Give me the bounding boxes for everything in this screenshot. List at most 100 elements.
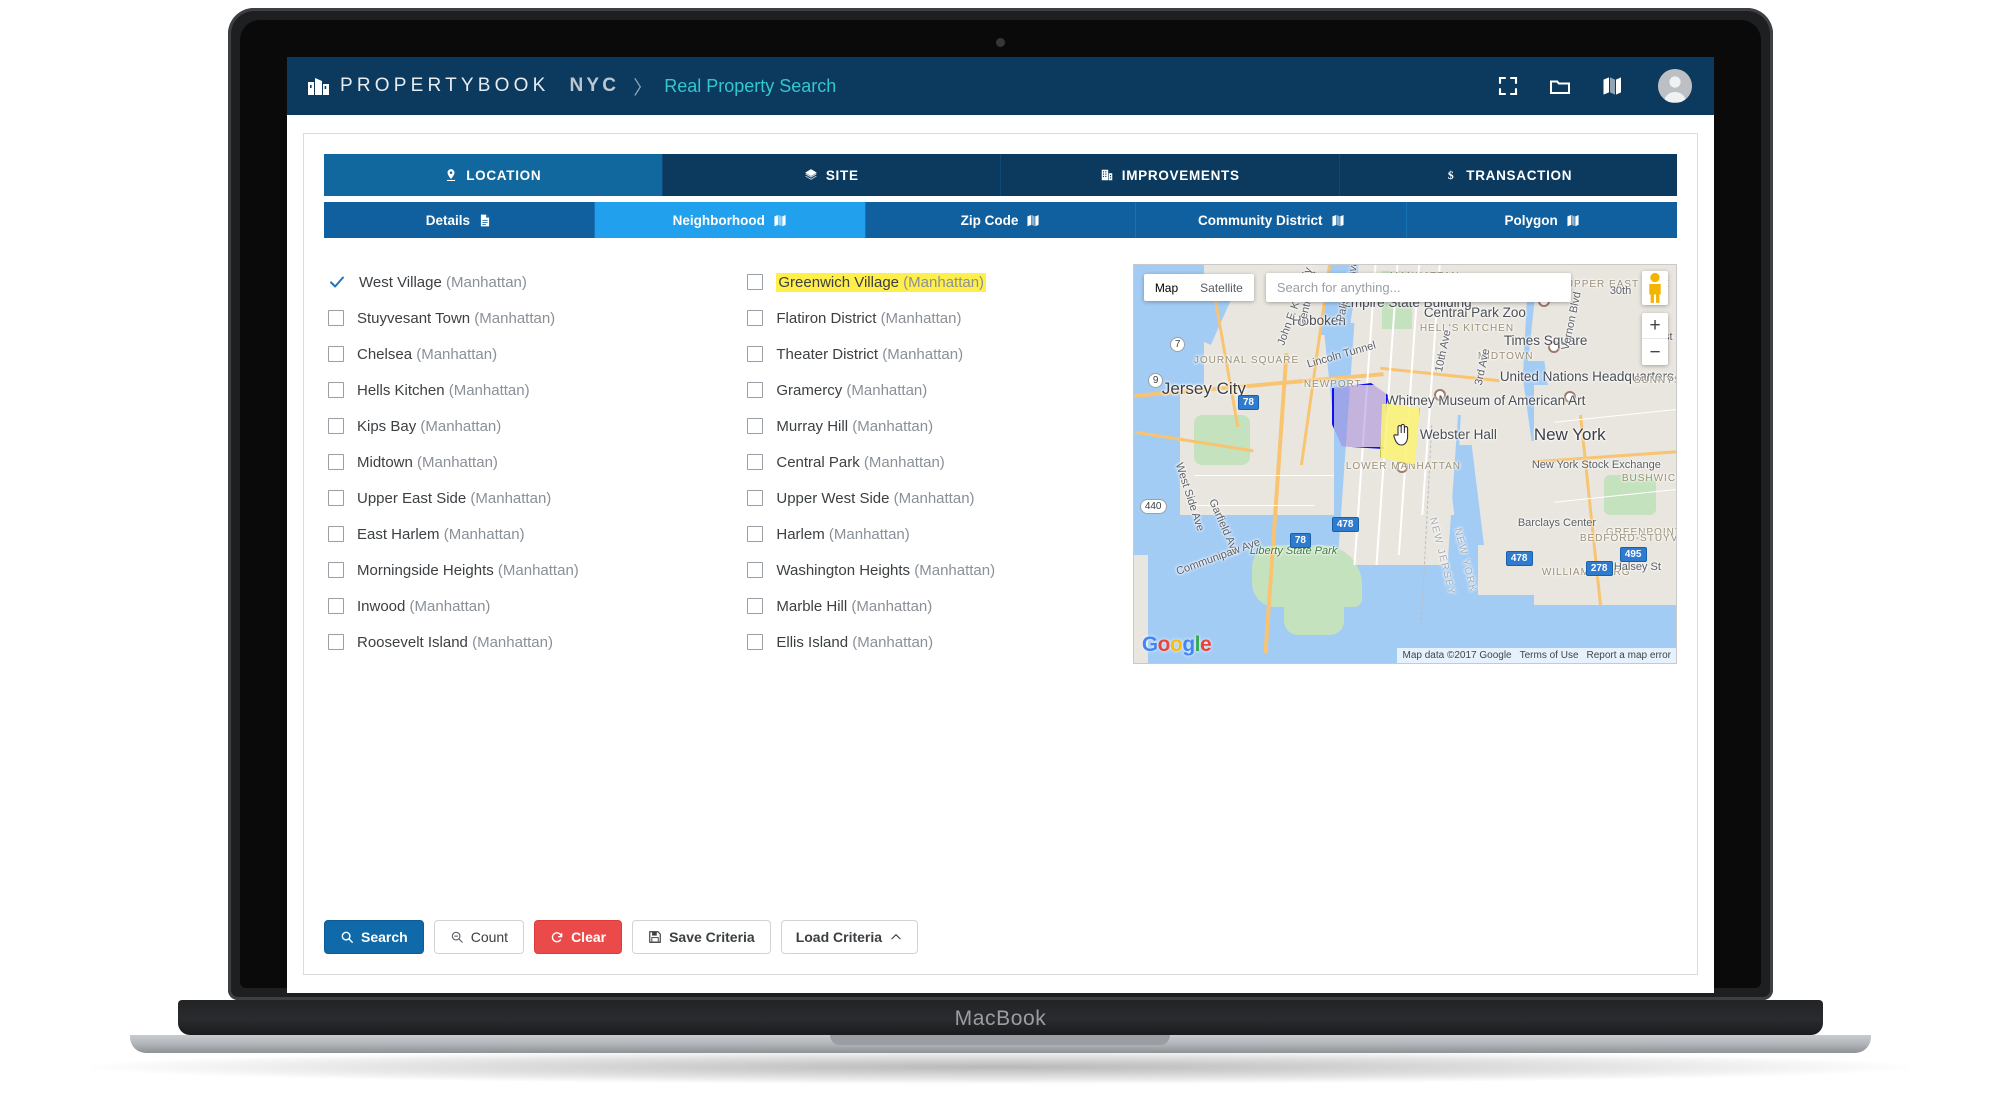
neighborhood-checkbox[interactable] <box>747 598 764 614</box>
subtab-zipcode-label: Zip Code <box>960 212 1019 228</box>
map-type-map[interactable]: Map <box>1144 274 1189 301</box>
subtab-community-district[interactable]: Community District <box>1136 202 1408 238</box>
neighborhood-row[interactable]: Stuyvesant Town (Manhattan) <box>328 300 747 336</box>
route-shield: 495 <box>1619 547 1647 562</box>
neighborhood-row[interactable]: Inwood (Manhattan) <box>328 588 747 624</box>
neighborhood-row[interactable]: Greenwich Village (Manhattan) <box>747 264 1116 300</box>
subtab-zipcode[interactable]: Zip Code <box>865 202 1137 238</box>
neighborhood-checkbox[interactable] <box>747 562 764 578</box>
neighborhood-checkbox[interactable] <box>328 634 344 650</box>
neighborhood-row[interactable]: Midtown (Manhattan) <box>328 444 747 480</box>
save-criteria-button[interactable]: Save Criteria <box>632 920 771 954</box>
neighborhood-row[interactable]: West Village (Manhattan) <box>328 264 747 300</box>
map-terms-link[interactable]: Terms of Use <box>1520 650 1579 661</box>
neighborhood-checkbox[interactable] <box>328 490 344 506</box>
neighborhood-row[interactable]: Marble Hill (Manhattan) <box>747 588 1116 624</box>
neighborhood-row[interactable]: Morningside Heights (Manhattan) <box>328 552 747 588</box>
subtab-neighborhood[interactable]: Neighborhood <box>594 202 866 238</box>
search-icon <box>341 931 353 943</box>
neighborhood-name: Upper West Side <box>776 489 894 507</box>
neighborhood-row[interactable]: Gramercy (Manhattan) <box>747 372 1116 408</box>
avatar-person-icon <box>1658 69 1692 103</box>
neighborhood-row[interactable]: Kips Bay (Manhattan) <box>328 408 747 444</box>
neighborhood-checkbox[interactable] <box>747 382 764 398</box>
neighborhood-borough: (Manhattan) <box>417 453 498 471</box>
neighborhood-name: Gramercy <box>776 381 847 399</box>
neighborhood-row[interactable]: Upper West Side (Manhattan) <box>747 480 1116 516</box>
map-search-input[interactable]: Search for anything... <box>1265 273 1571 302</box>
pegman-streetview-icon[interactable] <box>1642 271 1668 305</box>
clear-button[interactable]: Clear <box>534 920 623 954</box>
map-type-toggle[interactable]: Map Satellite <box>1143 274 1254 301</box>
neighborhood-checkbox[interactable] <box>328 562 344 578</box>
brand-logo-group[interactable]: PROPERTYBOOK NYC <box>307 74 619 98</box>
neighborhood-checkbox[interactable] <box>328 382 344 398</box>
neighborhood-row[interactable]: Theater District (Manhattan) <box>747 336 1116 372</box>
neighborhood-checkbox[interactable] <box>328 346 344 362</box>
neighborhood-row[interactable]: Flatiron District (Manhattan) <box>747 300 1116 336</box>
search-panel: LOCATION SITE IMPROVEMENTS $ TRANSACTION… <box>303 133 1698 975</box>
map-label: LOWER MANHATTAN <box>1345 461 1461 472</box>
neighborhood-checkbox[interactable] <box>747 490 764 506</box>
neighborhood-checkbox[interactable] <box>328 454 344 470</box>
neighborhood-borough: (Manhattan) <box>443 525 525 543</box>
neighborhood-label: Kips Bay (Manhattan) <box>357 418 501 435</box>
map-canvas[interactable]: MANHATTAN UPPER EAST SIDE Central Park Z… <box>1133 265 1676 663</box>
neighborhood-row[interactable]: Hells Kitchen (Manhattan) <box>328 372 747 408</box>
neighborhood-checkbox[interactable] <box>747 310 764 326</box>
folder-icon[interactable] <box>1548 74 1572 98</box>
neighborhood-row[interactable]: Upper East Side (Manhattan) <box>328 480 747 516</box>
neighborhood-checkbox[interactable] <box>747 634 764 650</box>
neighborhood-row[interactable]: Washington Heights (Manhattan) <box>747 552 1116 588</box>
neighborhood-checkbox[interactable] <box>328 598 344 614</box>
neighborhood-row[interactable]: Murray Hill (Manhattan) <box>747 408 1116 444</box>
zoom-in-button[interactable]: + <box>1642 313 1668 339</box>
map-widget[interactable]: MANHATTAN UPPER EAST SIDE Central Park Z… <box>1132 264 1677 664</box>
neighborhood-checkbox[interactable] <box>747 274 764 290</box>
neighborhood-checkbox[interactable] <box>328 418 344 434</box>
load-criteria-button[interactable]: Load Criteria <box>780 920 919 954</box>
neighborhood-checkbox[interactable] <box>747 526 764 542</box>
fullscreen-icon[interactable] <box>1496 74 1520 98</box>
map-zoom-controls: + − <box>1642 313 1668 365</box>
brand-region: NYC <box>569 75 620 96</box>
neighborhood-checkbox[interactable] <box>747 346 764 362</box>
neighborhood-name: Flatiron District <box>776 309 881 327</box>
map-report-link[interactable]: Report a map error <box>1587 650 1671 661</box>
webcam-icon <box>996 38 1005 47</box>
zoom-out-button[interactable]: − <box>1642 339 1668 365</box>
tab-location[interactable]: LOCATION <box>324 154 663 196</box>
secondary-tab-bar: Details Neighborhood Zip Code Community … <box>304 196 1697 238</box>
map-icon[interactable] <box>1600 74 1624 98</box>
search-button[interactable]: Search <box>324 920 424 954</box>
neighborhood-borough: (Manhattan) <box>474 309 556 327</box>
neighborhood-label: East Harlem (Manhattan) <box>357 526 525 543</box>
neighborhood-checkbox[interactable] <box>747 418 764 434</box>
neighborhood-checkbox[interactable] <box>747 454 764 470</box>
neighborhood-row[interactable]: Ellis Island (Manhattan) <box>747 624 1116 660</box>
breadcrumb-separator-icon: 〉 <box>633 77 653 99</box>
selected-neighborhood-polygon[interactable] <box>1331 383 1388 449</box>
tab-site[interactable]: SITE <box>662 154 1001 196</box>
tab-transaction[interactable]: $ TRANSACTION <box>1339 154 1677 196</box>
count-button[interactable]: Count <box>433 920 525 954</box>
neighborhood-row[interactable]: Harlem (Manhattan) <box>747 516 1116 552</box>
laptop-notch <box>830 1035 1170 1045</box>
neighborhood-checkbox[interactable] <box>328 310 344 326</box>
neighborhood-row[interactable]: Chelsea (Manhattan) <box>328 336 747 372</box>
neighborhood-name: Upper East Side <box>357 489 471 507</box>
neighborhood-checkbox[interactable] <box>328 526 344 542</box>
neighborhood-name: Harlem <box>776 525 829 543</box>
subtab-polygon[interactable]: Polygon <box>1407 202 1677 238</box>
neighborhood-row[interactable]: Central Park (Manhattan) <box>747 444 1116 480</box>
tab-location-label: LOCATION <box>466 167 542 183</box>
map-type-satellite[interactable]: Satellite <box>1189 274 1254 301</box>
neighborhood-borough: (Manhattan) <box>497 561 579 579</box>
avatar[interactable] <box>1658 69 1692 103</box>
brand-name: PROPERTYBOOK <box>340 75 550 96</box>
tab-improvements[interactable]: IMPROVEMENTS <box>1001 154 1340 196</box>
neighborhood-row[interactable]: East Harlem (Manhattan) <box>328 516 747 552</box>
subtab-details[interactable]: Details <box>324 202 595 238</box>
neighborhood-row[interactable]: Roosevelt Island (Manhattan) <box>328 624 747 660</box>
map-folded-icon <box>1332 214 1344 226</box>
